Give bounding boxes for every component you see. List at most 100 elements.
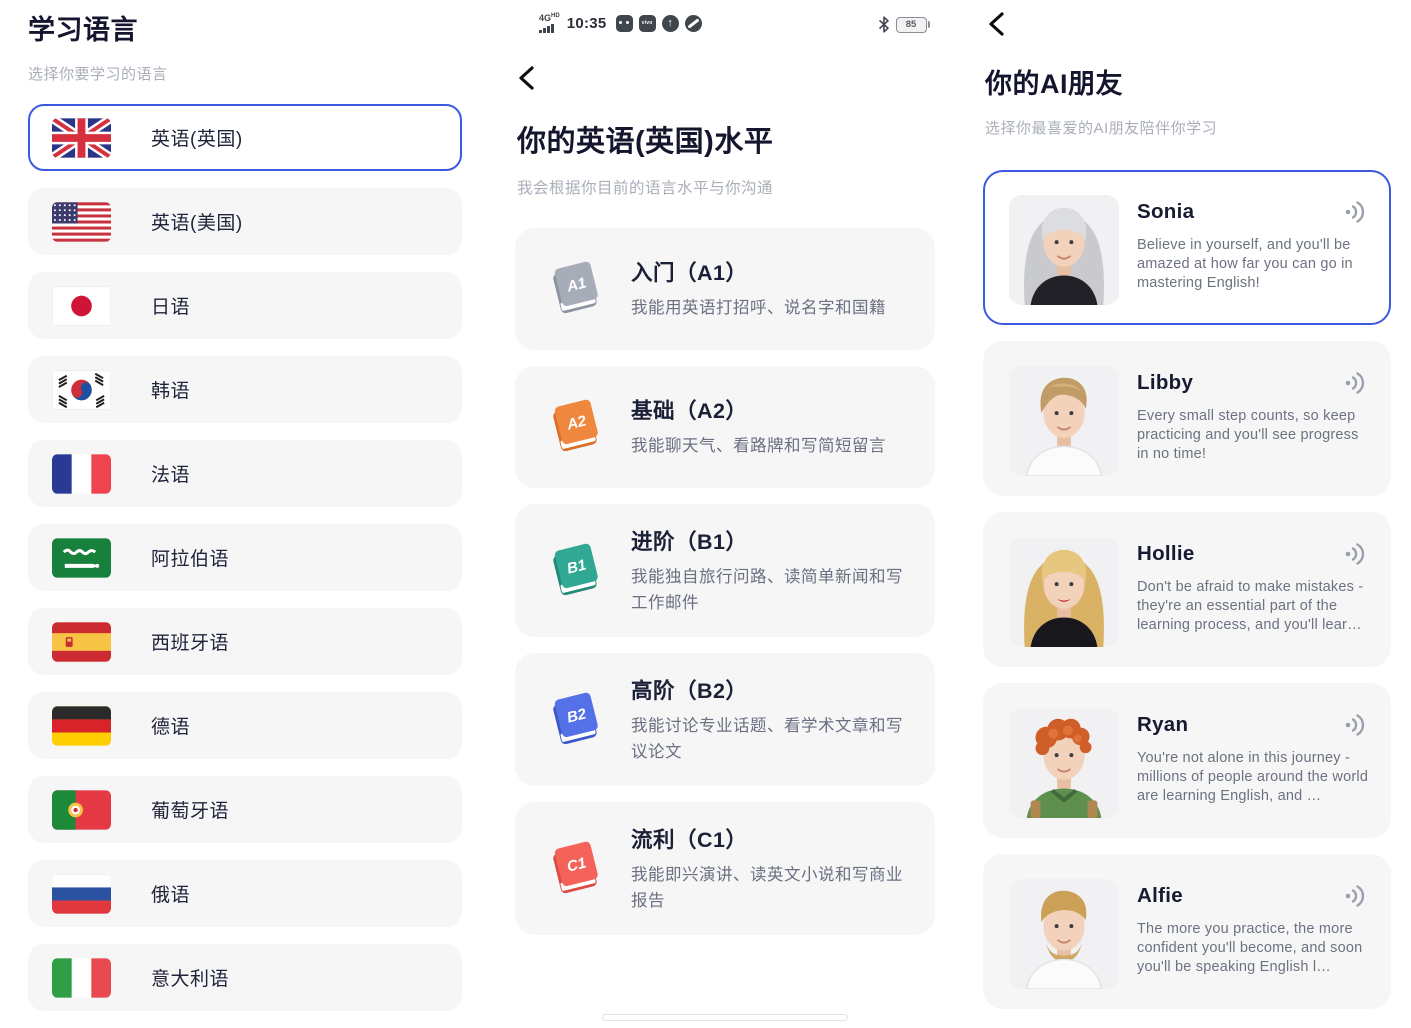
flag-fr-icon bbox=[52, 454, 111, 494]
language-label: 德语 bbox=[151, 712, 190, 739]
book-c1-icon: C1 bbox=[541, 838, 605, 900]
language-option-kr[interactable]: 韩语 bbox=[28, 356, 462, 423]
ai-friend-card-alfie[interactable]: Alfie The more you practice, the more co… bbox=[983, 854, 1391, 1009]
ai-friend-select-screen: 你的AI朋友 选择你最喜爱的AI朋友陪伴你学习 Sonia Believe in… bbox=[983, 0, 1391, 1024]
language-label: 英语(美国) bbox=[151, 208, 243, 235]
bluetooth-icon bbox=[878, 16, 890, 33]
friend-quote: Believe in yourself, and you'll be amaze… bbox=[1137, 236, 1370, 293]
flag-de-icon bbox=[52, 706, 111, 746]
page-subtitle: 选择你要学习的语言 bbox=[28, 63, 168, 84]
language-list: 英语(英国) 英语(美国) 日语 韩语 法语 阿拉伯语 西班牙语 bbox=[28, 104, 462, 1028]
page-title: 你的AI朋友 bbox=[985, 62, 1123, 101]
avatar-ryan bbox=[1008, 708, 1120, 818]
friend-name: Hollie bbox=[1137, 542, 1195, 566]
language-option-uk[interactable]: 英语(英国) bbox=[28, 104, 462, 171]
voice-preview-icon[interactable] bbox=[1344, 543, 1370, 565]
chevron-left-icon bbox=[515, 64, 539, 92]
page-subtitle: 我会根据你目前的语言水平与你沟通 bbox=[517, 176, 773, 198]
language-option-ru[interactable]: 俄语 bbox=[28, 860, 462, 927]
language-option-fr[interactable]: 法语 bbox=[28, 440, 462, 507]
status-bar-left: 4GHD 10:35 vivo ↑ bbox=[539, 13, 702, 33]
language-option-it[interactable]: 意大利语 bbox=[28, 944, 462, 1011]
level-name: 基础（A2） bbox=[631, 394, 907, 425]
level-name: 入门（A1） bbox=[631, 256, 907, 287]
avatar-hollie bbox=[1008, 537, 1120, 647]
language-label: 阿拉伯语 bbox=[151, 544, 229, 571]
avatar-alfie bbox=[1008, 879, 1120, 989]
language-label: 俄语 bbox=[151, 880, 190, 907]
chevron-left-icon bbox=[985, 10, 1009, 38]
avatar-sonia bbox=[1008, 195, 1120, 305]
level-select-screen: 4GHD 10:35 vivo ↑ 85 你的英语(英国)水平 bbox=[515, 0, 935, 1024]
level-card-c1[interactable]: C1 流利（C1） 我能即兴演讲、读英文小说和写商业报告 bbox=[515, 802, 935, 935]
battery-icon: 85 bbox=[896, 17, 931, 33]
language-option-sa[interactable]: 阿拉伯语 bbox=[28, 524, 462, 591]
flag-ru-icon bbox=[52, 874, 111, 914]
ai-friend-card-libby[interactable]: Libby Every small step counts, so keep p… bbox=[983, 341, 1391, 496]
level-name: 流利（C1） bbox=[631, 823, 907, 854]
voice-preview-icon[interactable] bbox=[1344, 885, 1370, 907]
page-subtitle: 选择你最喜爱的AI朋友陪伴你学习 bbox=[985, 117, 1217, 138]
notification-icons: vivo ↑ bbox=[616, 15, 702, 32]
flag-us-icon bbox=[52, 202, 111, 242]
language-label: 意大利语 bbox=[151, 964, 229, 991]
language-label: 日语 bbox=[151, 292, 190, 319]
language-select-screen: 学习语言 选择你要学习的语言 英语(英国) 英语(美国) 日语 韩语 法语 bbox=[28, 0, 462, 1024]
status-bar-right: 85 bbox=[878, 16, 931, 33]
language-label: 葡萄牙语 bbox=[151, 796, 229, 823]
voice-preview-icon[interactable] bbox=[1344, 201, 1370, 223]
level-description: 我能聊天气、看路牌和写简短留言 bbox=[631, 434, 907, 460]
clock: 10:35 bbox=[567, 15, 607, 32]
ai-friend-card-hollie[interactable]: Hollie Don't be afraid to make mistakes … bbox=[983, 512, 1391, 667]
level-card-b1[interactable]: B1 进阶（B1） 我能独自旅行问路、读简单新闻和写工作邮件 bbox=[515, 504, 935, 637]
friend-name: Sonia bbox=[1137, 200, 1194, 224]
friend-name: Alfie bbox=[1137, 884, 1183, 908]
language-option-us[interactable]: 英语(美国) bbox=[28, 188, 462, 255]
upload-app-icon: ↑ bbox=[662, 15, 679, 32]
level-card-a1[interactable]: A1 入门（A1） 我能用英语打招呼、说名字和国籍 bbox=[515, 228, 935, 350]
voice-preview-icon[interactable] bbox=[1344, 372, 1370, 394]
flag-pt-icon bbox=[52, 790, 111, 830]
status-bar: 4GHD 10:35 vivo ↑ 85 bbox=[515, 13, 935, 41]
flag-it-icon bbox=[52, 958, 111, 998]
level-list: A1 入门（A1） 我能用英语打招呼、说名字和国籍 A2 基础（A2） 我能聊天… bbox=[515, 228, 935, 951]
language-label: 英语(英国) bbox=[151, 124, 243, 151]
browser-app-icon bbox=[685, 15, 702, 32]
book-b1-icon: B1 bbox=[541, 540, 605, 602]
vivo-app-icon: vivo bbox=[639, 15, 656, 32]
language-option-de[interactable]: 德语 bbox=[28, 692, 462, 759]
home-indicator-handle[interactable] bbox=[602, 1014, 848, 1021]
flag-es-icon bbox=[52, 622, 111, 662]
language-option-pt[interactable]: 葡萄牙语 bbox=[28, 776, 462, 843]
book-b2-icon: B2 bbox=[541, 689, 605, 751]
book-a1-icon: A1 bbox=[541, 258, 605, 320]
book-a2-icon: A2 bbox=[541, 396, 605, 458]
level-description: 我能独自旅行问路、读简单新闻和写工作邮件 bbox=[631, 565, 907, 616]
level-description: 我能讨论专业话题、看学术文章和写议论文 bbox=[631, 714, 907, 765]
signal-icon: 4GHD bbox=[539, 13, 560, 33]
flag-uk-icon bbox=[52, 118, 111, 158]
friend-quote: You're not alone in this journey - milli… bbox=[1137, 749, 1370, 806]
friend-quote: Every small step counts, so keep practic… bbox=[1137, 407, 1370, 464]
back-button[interactable] bbox=[985, 10, 1015, 40]
level-card-b2[interactable]: B2 高阶（B2） 我能讨论专业话题、看学术文章和写议论文 bbox=[515, 653, 935, 786]
ai-friend-card-sonia[interactable]: Sonia Believe in yourself, and you'll be… bbox=[983, 170, 1391, 325]
friend-name: Libby bbox=[1137, 371, 1193, 395]
back-button[interactable] bbox=[515, 64, 545, 94]
level-description: 我能用英语打招呼、说名字和国籍 bbox=[631, 296, 907, 322]
page-title: 学习语言 bbox=[28, 8, 138, 47]
flag-jp-icon bbox=[52, 286, 111, 326]
level-card-a2[interactable]: A2 基础（A2） 我能聊天气、看路牌和写简短留言 bbox=[515, 366, 935, 488]
language-option-es[interactable]: 西班牙语 bbox=[28, 608, 462, 675]
language-label: 西班牙语 bbox=[151, 628, 229, 655]
ai-friend-card-ryan[interactable]: Ryan You're not alone in this journey - … bbox=[983, 683, 1391, 838]
page-title: 你的英语(英国)水平 bbox=[517, 118, 773, 160]
language-option-jp[interactable]: 日语 bbox=[28, 272, 462, 339]
flag-sa-icon bbox=[52, 538, 111, 578]
flag-kr-icon bbox=[52, 370, 111, 410]
language-label: 韩语 bbox=[151, 376, 190, 403]
voice-preview-icon[interactable] bbox=[1344, 714, 1370, 736]
friend-name: Ryan bbox=[1137, 713, 1188, 737]
ai-friend-list: Sonia Believe in yourself, and you'll be… bbox=[983, 170, 1391, 1025]
level-name: 高阶（B2） bbox=[631, 674, 907, 705]
